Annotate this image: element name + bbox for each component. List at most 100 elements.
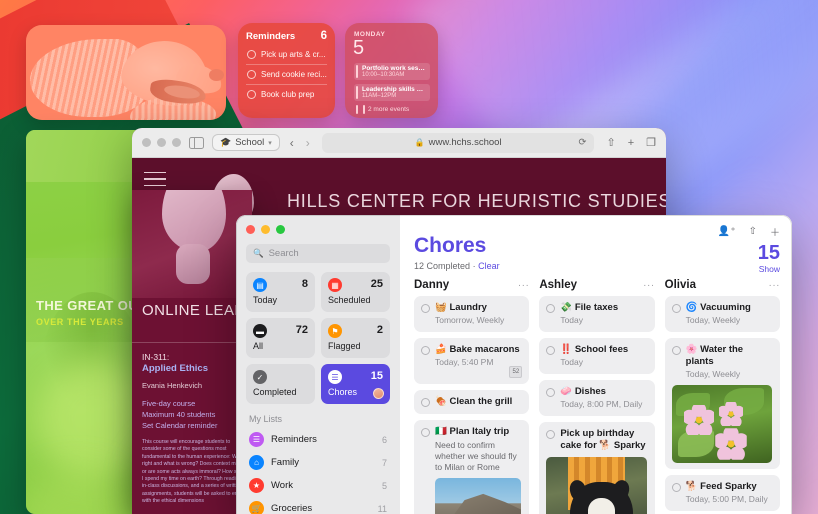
reminder-item[interactable]: 🌸 Water the plants Today, Weekly (664, 338, 780, 469)
plus-icon[interactable]: ＋ (770, 224, 780, 239)
photos-widget[interactable] (26, 25, 226, 120)
sidebar-item-work[interactable]: ★ Work 5 (246, 474, 390, 497)
calendar-event[interactable]: Leadership skills wor... 11AM–12PM (354, 84, 430, 101)
sidebar-item-groceries[interactable]: 🛒 Groceries 11 (246, 497, 390, 514)
checkbox-circle-icon[interactable] (671, 345, 681, 355)
reload-icon[interactable]: ⟳ (579, 137, 587, 148)
reminder-item[interactable]: 🧺 Laundry Tomorrow, Weekly (414, 296, 530, 332)
checkbox-circle-icon[interactable] (247, 50, 256, 59)
smart-list-flagged[interactable]: ⚑ 2 Flagged (321, 318, 390, 358)
checkbox-circle-icon[interactable] (247, 90, 256, 99)
reminder-item[interactable]: 🇮🇹 Plan Italy trip Need to confirm wheth… (414, 420, 530, 514)
course-card[interactable]: ONLINE LEARNING IN-311: Applied Ethics E… (132, 190, 252, 514)
checkbox-circle-icon[interactable] (546, 303, 556, 313)
reminder-item[interactable]: Pick up birthday cake for 🐕 Sparky (539, 422, 655, 514)
reminder-item[interactable]: 🐕 Feed Sparky Today, 5:00 PM, Daily (664, 475, 780, 511)
smart-list-label: Completed (253, 387, 297, 397)
add-person-icon[interactable]: 👤⁺ (718, 226, 736, 237)
safari-nav[interactable]: ‹ › (290, 136, 310, 150)
desktop: Reminders 6 Pick up arts & cr... Send co… (0, 0, 818, 514)
reminders-widget-header: Reminders 6 (246, 30, 327, 42)
ellipsis-icon[interactable]: ··· (768, 280, 780, 291)
checkbox-circle-icon[interactable] (671, 303, 681, 313)
reminder-subtitle: Tomorrow, Weekly (435, 315, 505, 325)
safari-actions[interactable]: ⇧ + ❐ (606, 136, 656, 150)
back-button[interactable]: ‹ (290, 136, 294, 150)
reminder-emoji: 🧼 (560, 386, 573, 397)
minimize-button[interactable] (157, 138, 166, 147)
sidebar-item-reminders[interactable]: ☰ Reminders 6 (246, 428, 390, 451)
checkbox-circle-icon[interactable] (421, 303, 430, 313)
clear-button[interactable]: Clear (478, 261, 500, 271)
checkbox-circle-icon[interactable] (546, 345, 556, 355)
course-meta-item: Maximum 40 students (142, 410, 216, 419)
calendar-widget[interactable]: MONDAY 5 Portfolio work session 10:00–10… (345, 23, 438, 118)
school-favicon-icon: 🎓 (220, 137, 232, 147)
forward-button[interactable]: › (306, 136, 310, 150)
reminders-widget-item[interactable]: Book club prep (246, 85, 327, 104)
reminder-emoji: 🍖 (435, 396, 447, 407)
reminders-widget-item[interactable]: Send cookie reci... (246, 65, 327, 85)
reminder-title: 🐕 Feed Sparky (686, 481, 757, 493)
reminders-toolbar[interactable]: 👤⁺ ⇧ ＋ (718, 224, 780, 239)
url-text: www.hchs.school (428, 137, 502, 148)
calendar-more-events[interactable]: 2 more events (354, 105, 430, 114)
reminder-item[interactable]: 🍰 Bake macarons Today, 5:40 PM 52 (414, 338, 530, 384)
plus-icon[interactable]: + (628, 137, 634, 149)
reminders-widget-item[interactable]: Pick up arts & cr... (246, 45, 327, 65)
zoom-button[interactable] (172, 138, 181, 147)
reminders-columns: Danny ··· 🧺 Laundry Tomorrow, Weekly 🍰 B… (414, 279, 780, 514)
ellipsis-icon[interactable]: ··· (643, 280, 655, 291)
sidebar-item-label: Work (271, 480, 293, 491)
smart-list-completed[interactable]: ✓ Completed (246, 364, 315, 404)
reminder-item[interactable]: 🍖 Clean the grill (414, 390, 530, 414)
reminder-photo-dog[interactable] (546, 457, 647, 514)
checkbox-circle-icon[interactable] (421, 345, 430, 355)
smart-list-all[interactable]: ▬ 72 All (246, 318, 315, 358)
ellipsis-icon[interactable]: ··· (518, 280, 530, 291)
checkbox-circle-icon[interactable] (546, 429, 556, 439)
sidebar-icon[interactable] (189, 136, 204, 149)
reminder-item[interactable]: 🌀 Vacuuming Today, Weekly (664, 296, 780, 332)
reminders-app-window[interactable]: 🔍 Search ▤ 8 Today ▦ 25 Scheduled ▬ 72 A… (236, 215, 792, 514)
tab-overview-icon[interactable]: ❐ (646, 136, 656, 149)
zoom-button[interactable] (276, 225, 285, 234)
reminder-photo-flowers[interactable] (671, 385, 772, 463)
share-icon[interactable]: ⇧ (606, 136, 615, 149)
close-button[interactable] (246, 225, 255, 234)
smart-list-count: 8 (301, 278, 308, 290)
reminder-emoji: 💸 (560, 302, 573, 313)
checkbox-circle-icon[interactable] (421, 427, 430, 437)
smart-list-chores[interactable]: ☰ 15 Chores (321, 364, 390, 404)
address-bar[interactable]: 🔒 www.hchs.school ⟳ (321, 132, 595, 153)
reminder-emoji: ‼️ (560, 344, 573, 355)
reminder-item[interactable]: 💸 File taxes Today (539, 296, 655, 332)
sidebar-item-label: Groceries (271, 503, 313, 514)
checkbox-circle-icon[interactable] (671, 482, 681, 492)
sidebar-item-family[interactable]: ⌂ Family 7 (246, 451, 390, 474)
smart-list-label: Flagged (328, 341, 361, 351)
window-traffic-lights[interactable] (246, 225, 390, 234)
show-completed-button[interactable]: Show (758, 264, 780, 274)
smart-list-scheduled[interactable]: ▦ 25 Scheduled (321, 272, 390, 312)
checkbox-circle-icon[interactable] (421, 397, 430, 407)
calendar-event[interactable]: Portfolio work session 10:00–10:30AM (354, 63, 430, 80)
search-input[interactable]: 🔍 Search (246, 244, 390, 263)
menu-icon[interactable] (144, 172, 166, 191)
reminder-item[interactable]: 🧼 Dishes Today, 8:00 PM, Daily (539, 380, 655, 416)
checkbox-circle-icon[interactable] (546, 387, 556, 397)
attachment-thumbnail[interactable]: 52 (509, 366, 523, 378)
reminder-item[interactable]: ‼️ School fees Today (539, 338, 655, 374)
reminders-widget[interactable]: Reminders 6 Pick up arts & cr... Send co… (238, 23, 335, 118)
share-icon[interactable]: ⇧ (749, 226, 757, 237)
reminder-text: Dishes (574, 386, 606, 397)
tab-group-button[interactable]: 🎓 School ▾ (212, 134, 280, 151)
close-button[interactable] (142, 138, 151, 147)
checkbox-circle-icon[interactable] (247, 70, 256, 79)
minimize-button[interactable] (261, 225, 270, 234)
smart-list-today[interactable]: ▤ 8 Today (246, 272, 315, 312)
course-meta-item[interactable]: Set Calendar reminder (142, 420, 250, 431)
reminder-photo-italy[interactable] (435, 478, 522, 514)
window-traffic-lights[interactable] (142, 138, 181, 147)
calendar-scheduled-icon: ▦ (328, 278, 342, 292)
